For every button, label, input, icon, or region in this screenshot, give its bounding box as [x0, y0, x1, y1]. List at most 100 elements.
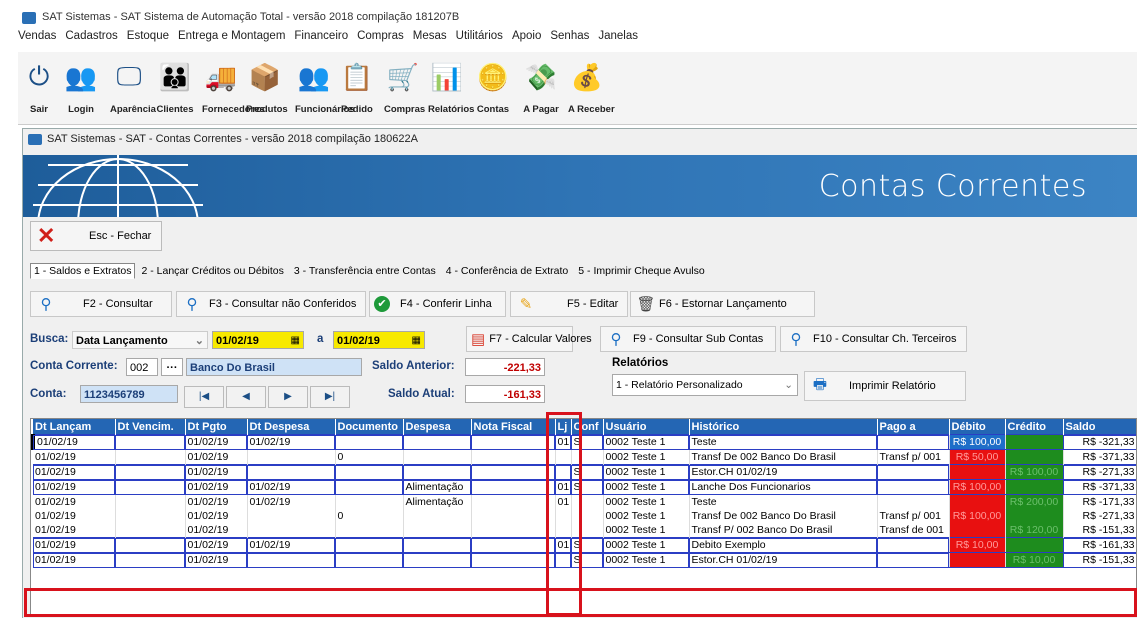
table-cell[interactable]: 01/02/19 — [33, 494, 116, 509]
table-cell[interactable] — [403, 523, 472, 538]
table-cell[interactable] — [471, 523, 556, 538]
menu-item-10[interactable]: Janelas — [598, 30, 638, 42]
toolbar-button-2[interactable]: 🖵 Aparência — [110, 56, 156, 120]
toolbar-button-10[interactable]: 🪙 Contas — [474, 56, 512, 120]
date-from-field[interactable]: 01/02/19 ▦ — [212, 331, 304, 349]
table-cell[interactable] — [335, 464, 404, 480]
table-cell[interactable]: R$ -151,33 — [1063, 523, 1136, 538]
table-cell[interactable]: 01/02/19 — [33, 509, 116, 523]
prev-record-button[interactable]: ◀ — [226, 386, 266, 408]
table-row[interactable]: 01/02/19 01/02/19 01/02/19 01 S 0002 Teste 1D… — [33, 537, 1136, 553]
toolbar-button-0[interactable]: ⏻ Sair — [20, 56, 58, 120]
table-cell[interactable] — [403, 449, 472, 465]
consultar-nao-conferidos-button[interactable]: ⚲ F3 - Consultar não Conferidos — [176, 291, 366, 317]
table-row[interactable]: 01/02/19 01/02/19 01/02/19 Alimentação 01 S 00… — [33, 479, 1136, 495]
table-row[interactable]: 01/02/19 01/02/19 0 0002 Teste 1 Transf De 0… — [33, 509, 1136, 523]
table-row[interactable]: 01/02/19 01/02/19 S 0002 Teste 1 Estor.CH 01… — [33, 552, 1136, 568]
table-cell[interactable]: R$ -271,33 — [1063, 464, 1136, 480]
column-header-10[interactable]: Histórico — [689, 419, 878, 435]
table-cell[interactable]: 0002 Teste 1 — [603, 523, 690, 538]
table-row[interactable]: 01/02/19 01/02/19 0002 Teste 1 Transf P/ 00… — [33, 523, 1136, 538]
table-cell[interactable] — [1005, 434, 1064, 450]
toolbar-button-12[interactable]: 💰 A Receber — [568, 56, 615, 120]
table-cell[interactable]: 0002 Teste 1 — [603, 449, 690, 465]
column-header-1[interactable]: Dt Vencim. — [115, 419, 186, 435]
table-cell[interactable] — [335, 537, 404, 553]
table-cell[interactable]: 0 — [335, 509, 404, 523]
table-cell[interactable] — [335, 523, 404, 538]
menu-item-4[interactable]: Financeiro — [294, 30, 348, 42]
calcular-valores-button[interactable]: ▤ F7 - Calcular Valores — [466, 326, 592, 352]
table-cell[interactable] — [335, 552, 404, 568]
menu-item-6[interactable]: Mesas — [413, 30, 447, 42]
table-cell[interactable]: R$ -321,33 — [1063, 434, 1136, 450]
menu-item-5[interactable]: Compras — [357, 30, 404, 42]
conta-corrente-code-field[interactable]: 002 — [126, 358, 158, 376]
column-header-2[interactable]: Dt Pgto — [185, 419, 248, 435]
table-cell[interactable]: R$ -271,33 — [1063, 509, 1136, 523]
table-cell[interactable] — [877, 464, 950, 480]
table-cell[interactable] — [403, 552, 472, 568]
table-cell[interactable]: 01/02/19 — [185, 434, 248, 450]
table-cell[interactable]: R$ 200,00 — [1005, 494, 1064, 509]
table-row[interactable]: 01/02/19 01/02/19 S 0002 Teste 1 Estor.CH 01… — [33, 464, 1136, 480]
column-header-11[interactable]: Pago a — [877, 419, 950, 435]
table-cell[interactable]: R$ 10,00 — [949, 537, 1006, 553]
table-cell[interactable]: Transf P/ 002 Banco Do Brasil — [689, 523, 878, 538]
table-cell[interactable]: 01/02/19 — [185, 449, 248, 465]
table-cell[interactable]: 0002 Teste 1 — [603, 552, 690, 568]
table-cell[interactable] — [949, 523, 1006, 538]
toolbar-button-7[interactable]: 📋 Pedido — [338, 56, 376, 120]
table-cell[interactable] — [877, 434, 950, 450]
table-cell[interactable] — [115, 449, 186, 465]
table-cell[interactable]: 0002 Teste 1 — [603, 464, 690, 480]
table-cell[interactable] — [471, 509, 556, 523]
menu-item-3[interactable]: Entrega e Montagem — [178, 30, 285, 42]
table-cell[interactable]: 01/02/19 — [185, 523, 248, 538]
table-cell[interactable] — [1005, 479, 1064, 495]
consultar-ch-terceiros-button[interactable]: ⚲ F10 - Consultar Ch. Terceiros — [780, 326, 967, 352]
toolbar-button-6[interactable]: 👥 Funcionários — [295, 56, 355, 120]
table-cell[interactable]: Debito Exemplo — [689, 537, 878, 553]
table-cell[interactable]: 0002 Teste 1 — [603, 479, 690, 495]
table-cell[interactable]: R$ 100,00 — [949, 434, 1006, 450]
table-cell[interactable] — [115, 479, 186, 495]
table-cell[interactable]: Transf p/ 001 — [877, 509, 950, 523]
table-row[interactable]: 01/02/19 01/02/19 01/02/19 01 S 0002 Teste 1T… — [31, 434, 1136, 450]
imprimir-relatorio-button[interactable]: 🖶 Imprimir Relatório — [804, 371, 966, 401]
table-cell[interactable] — [877, 552, 950, 568]
consultar-sub-contas-button[interactable]: ⚲ F9 - Consultar Sub Contas — [600, 326, 776, 352]
table-cell[interactable]: 01/02/19 — [185, 464, 248, 480]
table-cell[interactable]: 0002 Teste 1 — [603, 537, 690, 553]
table-cell[interactable] — [471, 449, 556, 465]
table-cell[interactable]: Transf de 001 — [877, 523, 950, 538]
table-cell[interactable]: R$ 100,00 — [1005, 464, 1064, 480]
toolbar-button-3[interactable]: 👪 Clientes — [156, 56, 194, 120]
table-cell[interactable]: R$ 100,00 — [949, 509, 1006, 523]
tab-3[interactable]: 3 - Transferência entre Contas — [290, 263, 440, 279]
table-cell[interactable]: R$ -371,33 — [1063, 479, 1136, 495]
table-cell[interactable]: 0002 Teste 1 — [603, 434, 690, 450]
conferir-linha-button[interactable]: ✔ F4 - Conferir Linha — [369, 291, 506, 317]
table-cell[interactable]: R$ 120,00 — [1005, 523, 1064, 538]
table-cell[interactable] — [115, 523, 186, 538]
table-cell[interactable] — [115, 509, 186, 523]
column-header-14[interactable]: Saldo — [1063, 419, 1136, 435]
table-cell[interactable]: 01/02/19 — [33, 552, 116, 568]
column-header-3[interactable]: Dt Despesa — [247, 419, 336, 435]
table-cell[interactable]: R$ -371,33 — [1063, 449, 1136, 465]
column-header-0[interactable]: Dt Lançam — [33, 419, 116, 435]
table-cell[interactable]: Transf De 002 Banco Do Brasil — [689, 509, 878, 523]
conta-field[interactable]: 1123456789 — [80, 385, 178, 403]
busca-select[interactable]: Data Lançamento ⌄ — [72, 331, 208, 349]
table-cell[interactable] — [877, 537, 950, 553]
table-cell[interactable]: 0 — [335, 449, 404, 465]
column-header-5[interactable]: Despesa — [403, 419, 472, 435]
consultar-button[interactable]: ⚲ F2 - Consultar — [30, 291, 172, 317]
table-cell[interactable]: Transf p/ 001 — [877, 449, 950, 465]
table-cell[interactable]: 01/02/19 — [247, 537, 336, 553]
table-cell[interactable] — [877, 494, 950, 509]
table-cell[interactable]: 0002 Teste 1 — [603, 509, 690, 523]
last-record-button[interactable]: ▶| — [310, 386, 350, 408]
table-cell[interactable]: Alimentação — [403, 494, 472, 509]
